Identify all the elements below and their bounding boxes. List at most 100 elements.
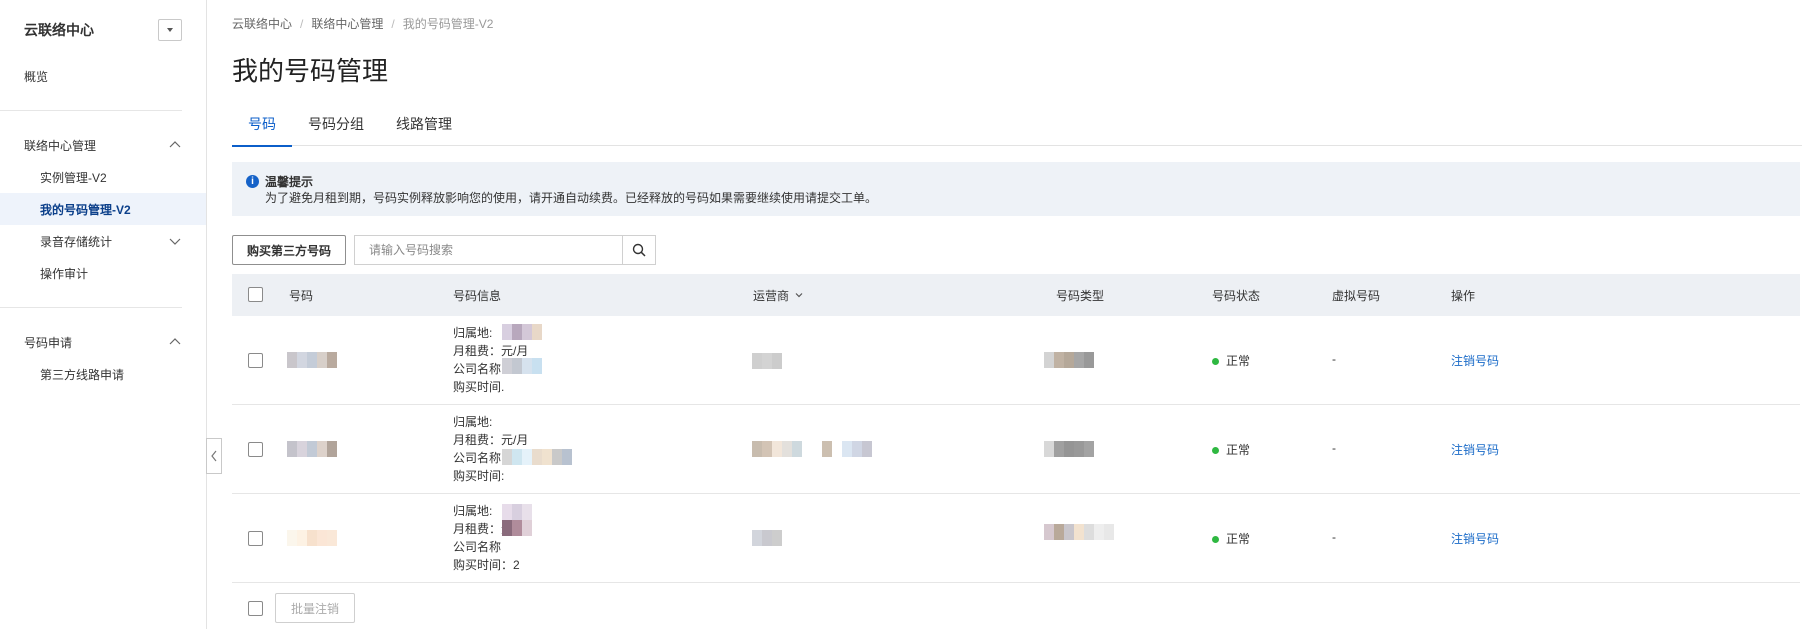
redacted-info xyxy=(502,324,542,340)
row-checkbox[interactable] xyxy=(248,442,263,457)
redacted-carrier xyxy=(752,530,782,546)
col-carrier[interactable]: 运营商 xyxy=(753,287,804,304)
batch-cancel-button[interactable]: 批量注销 xyxy=(275,593,356,623)
table-footer: 批量注销 xyxy=(232,593,356,623)
status-cell: 正常 xyxy=(1212,352,1250,369)
chevron-up-icon xyxy=(169,338,181,345)
info-purchase-time: 购买时间：2 xyxy=(453,558,520,572)
cancel-number-link[interactable]: 注销号码 xyxy=(1451,530,1499,547)
redacted-info xyxy=(502,358,542,374)
sidebar: 云联络中心 概览 联络中心管理 实例管理-V2 我的号码管理-V2 录音存储统计… xyxy=(0,0,207,629)
chevron-down-icon xyxy=(795,293,803,298)
toolbar: 购买第三方号码 xyxy=(232,235,657,265)
info-purchase-time: 购买时间: xyxy=(453,469,505,483)
sidebar-group-label: 号码申请 xyxy=(24,335,73,350)
status-text: 正常 xyxy=(1226,532,1251,546)
numbers-table: 号码 号码信息 运营商 号码类型 号码状态 虚拟号码 操作 归属地: 月租费：元… xyxy=(232,274,1800,583)
status-ok-icon xyxy=(1212,358,1219,366)
footer-select-all-checkbox[interactable] xyxy=(248,600,263,616)
search-button[interactable] xyxy=(622,235,657,265)
search-box xyxy=(354,235,657,265)
redacted-number xyxy=(287,530,337,546)
sidebar-item-overview[interactable]: 概览 xyxy=(0,60,206,92)
sidebar-title: 云联络中心 xyxy=(24,22,94,38)
notice-content: 温馨提示 为了避免月租到期，号码实例释放影响您的使用，请开通自动续费。已经释放的… xyxy=(265,174,878,205)
search-input[interactable] xyxy=(354,235,623,265)
buy-third-party-number-button[interactable]: 购买第三方号码 xyxy=(232,235,347,265)
col-carrier-label: 运营商 xyxy=(753,288,790,303)
sidebar-group-label: 联络中心管理 xyxy=(24,138,97,153)
status-cell: 正常 xyxy=(1212,530,1250,547)
app-root: 云联络中心 概览 联络中心管理 实例管理-V2 我的号码管理-V2 录音存储统计… xyxy=(0,0,1820,629)
search-icon xyxy=(632,243,646,257)
status-ok-icon xyxy=(1212,447,1219,455)
cancel-number-link[interactable]: 注销号码 xyxy=(1451,352,1499,369)
col-actions: 操作 xyxy=(1451,288,1476,303)
redacted-carrier xyxy=(752,441,872,457)
info-rent: 月租费：元/月 xyxy=(453,433,529,447)
sidebar-item-my-numbers[interactable]: 我的号码管理-V2 xyxy=(0,193,206,225)
status-ok-icon xyxy=(1212,536,1219,544)
sidebar-collapse-button[interactable] xyxy=(206,438,222,474)
redacted-info xyxy=(502,520,532,536)
row-checkbox[interactable] xyxy=(248,353,263,368)
table-row: 归属地: 月租费：元/月 公司名称 购买时间：2 正常 - 注销号码 xyxy=(232,494,1800,583)
redacted-number xyxy=(287,441,337,457)
sidebar-item-third-party-line[interactable]: 第三方线路申请 xyxy=(0,358,206,390)
table-header: 号码 号码信息 运营商 号码类型 号码状态 虚拟号码 操作 xyxy=(232,274,1800,316)
col-number-info: 号码信息 xyxy=(453,288,502,303)
redacted-info xyxy=(502,449,572,465)
select-all-checkbox[interactable] xyxy=(248,287,263,302)
page-title: 我的号码管理 xyxy=(232,56,389,86)
notice-body: 为了避免月租到期，号码实例释放影响您的使用，请开通自动续费。已经释放的号码如果需… xyxy=(265,191,878,205)
sidebar-item-label: 录音存储统计 xyxy=(40,234,113,249)
sidebar-item-audit[interactable]: 操作审计 xyxy=(0,257,206,289)
notice-title: 温馨提示 xyxy=(265,175,314,189)
table-row: 归属地: 月租费：元/月 公司名称: 购买时间: 正常 - 注销号码 xyxy=(232,405,1800,494)
info-company: 公司名称 xyxy=(453,540,502,554)
col-number-status: 号码状态 xyxy=(1212,288,1261,303)
tab-bar: 号码 号码分组 线路管理 xyxy=(232,108,1802,147)
redacted-type xyxy=(1044,352,1094,368)
sidebar-item-instance[interactable]: 实例管理-V2 xyxy=(0,161,206,193)
status-text: 正常 xyxy=(1226,354,1251,368)
sidebar-group-contact-center[interactable]: 联络中心管理 xyxy=(0,129,206,161)
breadcrumb-current: 我的号码管理-V2 xyxy=(402,17,494,31)
info-purchase-time: 购买时间. xyxy=(453,380,505,394)
tab-numbers[interactable]: 号码 xyxy=(232,108,292,147)
sidebar-divider xyxy=(0,307,182,308)
col-number: 号码 xyxy=(289,288,314,303)
sidebar-item-recording-stats[interactable]: 录音存储统计 xyxy=(0,225,206,257)
chevron-up-icon xyxy=(169,141,181,148)
virtual-number: - xyxy=(1332,441,1336,455)
breadcrumb-item[interactable]: 联络中心管理 xyxy=(311,15,383,32)
redacted-carrier xyxy=(752,353,782,369)
breadcrumb-item[interactable]: 云联络中心 xyxy=(232,15,292,32)
redacted-type xyxy=(1044,524,1114,540)
tab-line-management[interactable]: 线路管理 xyxy=(380,108,468,146)
redacted-info xyxy=(502,504,532,520)
col-virtual-number: 虚拟号码 xyxy=(1332,288,1381,303)
info-location: 归属地: xyxy=(453,415,493,429)
virtual-number: - xyxy=(1332,530,1336,544)
breadcrumb-separator: / xyxy=(300,16,304,31)
product-switch-dropdown[interactable] xyxy=(158,19,182,41)
breadcrumb-separator: / xyxy=(391,16,395,31)
row-checkbox[interactable] xyxy=(248,531,263,546)
redacted-type xyxy=(1044,441,1094,457)
notice-banner: i 温馨提示 为了避免月租到期，号码实例释放影响您的使用，请开通自动续费。已经释… xyxy=(232,162,1800,216)
col-number-type: 号码类型 xyxy=(1056,288,1105,303)
sidebar-header: 云联络中心 xyxy=(0,0,206,60)
tab-number-groups[interactable]: 号码分组 xyxy=(292,108,380,146)
sidebar-divider xyxy=(0,110,182,111)
table-row: 归属地: 月租费：元/月 公司名称: 购买时间. 正常 - 注销号码 xyxy=(232,316,1800,405)
redacted-number xyxy=(287,352,337,368)
info-icon: i xyxy=(246,175,259,188)
cancel-number-link[interactable]: 注销号码 xyxy=(1451,441,1499,458)
sidebar-group-number-apply[interactable]: 号码申请 xyxy=(0,326,206,358)
chevron-down-icon xyxy=(169,238,181,245)
status-cell: 正常 xyxy=(1212,441,1250,458)
main-content: 云联络中心 / 联络中心管理 / 我的号码管理-V2 我的号码管理 号码 号码分… xyxy=(232,0,1802,629)
chevron-left-icon xyxy=(211,450,217,462)
virtual-number: - xyxy=(1332,352,1336,366)
